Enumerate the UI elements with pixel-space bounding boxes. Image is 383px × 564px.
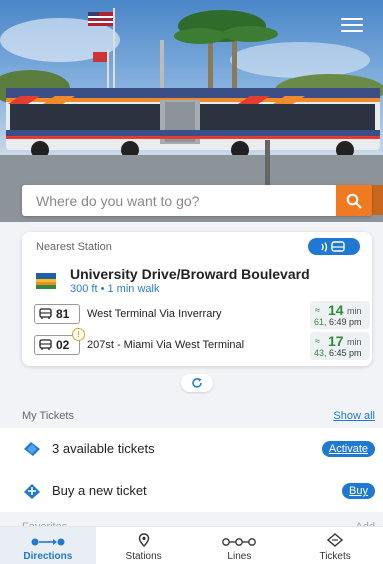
- realtime-bus-button[interactable]: [308, 238, 360, 255]
- tab-directions[interactable]: Directions: [0, 527, 96, 564]
- route-number: 02: [56, 338, 70, 352]
- location-pin-icon: [138, 533, 149, 547]
- ticket-icon: [327, 533, 344, 547]
- bus-icon: [39, 308, 52, 319]
- tickets-stack-icon: [24, 442, 40, 456]
- tab-label: Directions: [23, 551, 73, 562]
- tab-label: Tickets: [319, 551, 351, 562]
- bottom-tab-bar: Directions Stations Lines Tickets: [0, 526, 383, 564]
- buy-ticket-label: Buy a new ticket: [52, 483, 147, 498]
- realtime-signal-icon: ≈: [315, 305, 320, 315]
- show-all-link[interactable]: Show all: [333, 410, 375, 422]
- available-tickets-row[interactable]: 3 available tickets Activate: [0, 428, 383, 470]
- menu-icon[interactable]: [341, 18, 363, 32]
- nearest-station-card[interactable]: Nearest Station University Drive/Broward…: [22, 232, 372, 366]
- route-row[interactable]: 81 West Terminal Via Inverrary ≈ 14 min …: [34, 301, 370, 329]
- search-bar: [22, 184, 372, 217]
- search-input[interactable]: [22, 184, 336, 217]
- eta-next: 61, 6:49 pm: [314, 317, 362, 327]
- activate-button[interactable]: Activate: [321, 441, 375, 457]
- refresh-icon: [192, 378, 202, 388]
- nearest-station-header: Nearest Station: [36, 241, 112, 253]
- route-destination: West Terminal Via Inverrary: [87, 308, 222, 320]
- station-distance: 300 ft • 1 min walk: [70, 283, 160, 295]
- buy-ticket-row[interactable]: Buy a new ticket Buy: [0, 470, 383, 512]
- station-name[interactable]: University Drive/Broward Boulevard: [70, 266, 310, 282]
- bus-icon: [39, 339, 52, 350]
- tab-label: Stations: [125, 551, 162, 562]
- lines-icon: [222, 538, 257, 546]
- tab-lines[interactable]: Lines: [192, 527, 288, 564]
- route-destination: 207st - Miami Via West Terminal: [87, 339, 245, 351]
- search-icon: [346, 193, 362, 208]
- tab-label: Lines: [227, 551, 252, 562]
- eta-unit: min: [347, 337, 362, 347]
- available-tickets-label: 3 available tickets: [52, 441, 155, 456]
- route-badge: 81: [34, 304, 80, 324]
- refresh-button[interactable]: [181, 374, 213, 392]
- service-alert-icon[interactable]: !: [72, 328, 85, 341]
- realtime-signal-icon: ≈: [315, 336, 320, 346]
- my-tickets-title: My Tickets: [22, 410, 74, 422]
- eta-minutes: 17: [328, 333, 344, 349]
- buy-ticket-icon: [24, 484, 40, 499]
- eta-minutes: 14: [328, 302, 344, 318]
- route-row[interactable]: 02 ! 207st - Miami Via West Terminal ≈ 1…: [34, 328, 370, 360]
- tab-stations[interactable]: Stations: [96, 527, 192, 564]
- eta-next: 43, 6:45 pm: [314, 348, 362, 358]
- tab-tickets[interactable]: Tickets: [287, 527, 383, 564]
- route-number: 81: [56, 307, 70, 321]
- directions-icon: [31, 538, 65, 546]
- realtime-bus-icon: [321, 240, 345, 252]
- buy-button[interactable]: Buy: [342, 483, 375, 499]
- search-button[interactable]: [336, 185, 372, 216]
- eta-box: ≈ 17 min 43, 6:45 pm: [310, 332, 370, 360]
- station-logo-icon: [35, 270, 57, 292]
- eta-unit: min: [347, 306, 362, 316]
- eta-box: ≈ 14 min 61, 6:49 pm: [310, 301, 370, 329]
